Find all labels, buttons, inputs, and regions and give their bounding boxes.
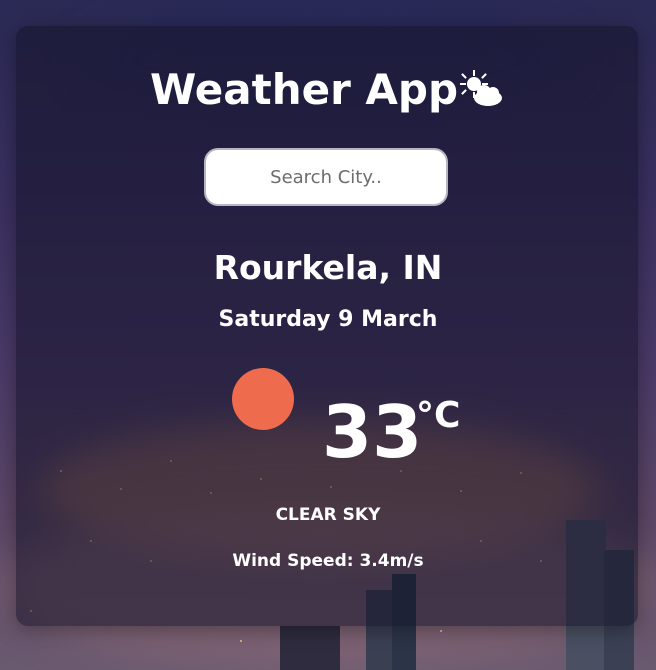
app-title-text: Weather App — [149, 65, 459, 114]
search-city-input[interactable] — [204, 148, 448, 206]
city-name: Rourkela, IN — [213, 248, 443, 287]
sun-behind-cloud-icon — [458, 66, 506, 106]
weather-description: CLEAR SKY — [275, 505, 381, 525]
temperature-unit: °C — [416, 395, 461, 436]
wind-speed: Wind Speed: 3.4m/s — [232, 551, 424, 571]
current-date: Saturday 9 March — [218, 307, 438, 332]
temperature-value: 33 — [322, 390, 423, 474]
sun-icon — [232, 368, 294, 430]
app-title: Weather App — [0, 62, 656, 118]
